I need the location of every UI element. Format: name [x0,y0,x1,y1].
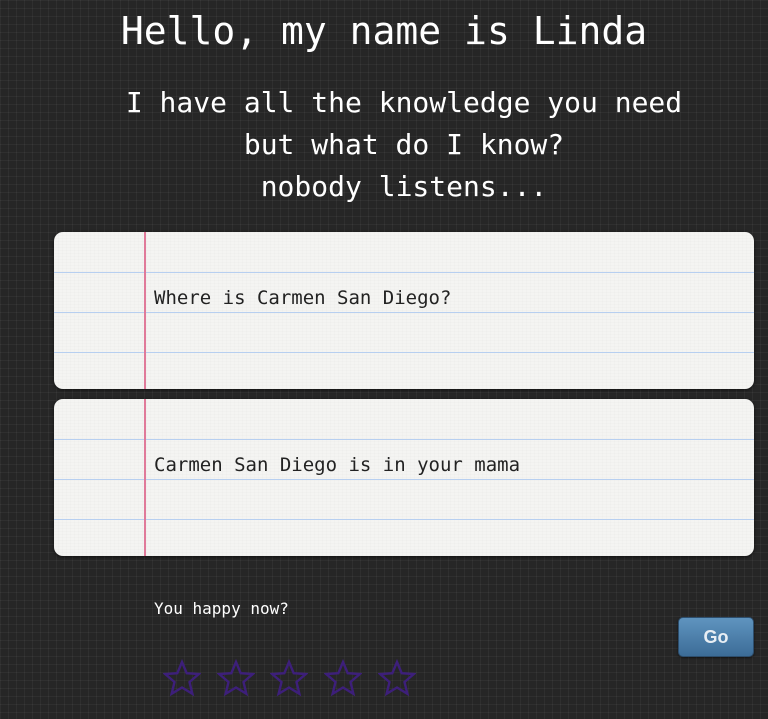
rule-line [54,439,754,440]
subtitle-line: nobody listens... [260,170,548,203]
feedback-prompt: You happy now? [154,599,289,618]
star-outline-icon[interactable] [378,659,416,697]
page-title: Hello, my name is Linda [120,9,648,53]
page-subtitle: I have all the knowledge you need but wh… [0,82,768,208]
question-text[interactable]: Where is Carmen San Diego? [154,286,451,310]
rule-line [54,479,754,480]
rule-line [54,312,754,313]
answer-card[interactable]: Carmen San Diego is in your mama [54,399,754,556]
star-outline-icon[interactable] [270,659,308,697]
question-card[interactable]: Where is Carmen San Diego? [54,232,754,389]
star-outline-icon[interactable] [163,659,201,697]
margin-line [144,232,146,389]
go-button[interactable]: Go [678,617,754,657]
star-outline-icon[interactable] [217,659,255,697]
subtitle-line: I have all the knowledge you need [125,86,683,119]
margin-line [144,399,146,556]
rule-line [54,352,754,353]
answer-text: Carmen San Diego is in your mama [154,454,521,476]
rule-line [54,272,754,273]
star-outline-icon[interactable] [324,659,362,697]
rule-line [54,519,754,520]
subtitle-line: but what do I know? [243,128,565,161]
